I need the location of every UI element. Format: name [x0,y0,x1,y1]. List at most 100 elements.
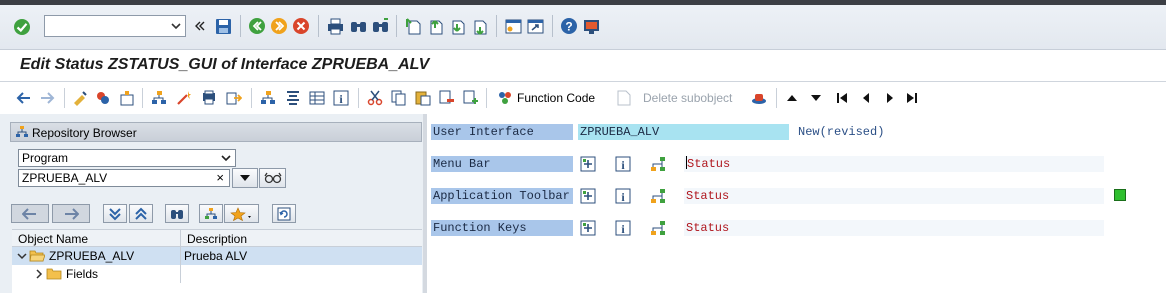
enter-icon[interactable] [12,17,32,37]
hierarchy-icon[interactable] [649,187,667,205]
repository-browser-title: Repository Browser [32,126,137,140]
cut-icon[interactable] [366,89,384,107]
hierarchy-add-icon[interactable] [150,89,168,107]
back-icon[interactable] [247,16,267,36]
refresh-button[interactable] [272,204,296,223]
help-icon[interactable]: ? [559,16,579,36]
hat-icon[interactable] [750,89,768,107]
delete-subobject-button[interactable]: Delete subobject [643,91,732,105]
prev-icon[interactable] [858,90,874,106]
user-interface-label: User Interface [431,124,573,140]
tree-row[interactable]: Fields [12,265,422,283]
find-button[interactable] [165,204,189,223]
function-keys-status[interactable]: Status [684,220,1104,236]
info-icon[interactable]: i [332,89,350,107]
forward-nav-button[interactable] [52,204,90,223]
chevron-right-icon[interactable] [34,268,44,282]
arrow-right-icon [65,207,79,220]
repository-browser-header[interactable]: Repository Browser [10,122,422,142]
separator [251,88,252,108]
collapse-all-button[interactable] [129,204,153,223]
info-icon[interactable]: i [614,219,632,237]
arrow-left-icon[interactable] [15,89,33,107]
active-inactive-icon[interactable] [94,89,112,107]
column-divider [180,230,181,247]
expand-box-icon[interactable] [579,219,597,237]
triangle-down-icon [240,175,250,181]
clear-icon[interactable]: × [216,170,224,186]
triangle-down-icon[interactable] [808,90,824,106]
hierarchy-add-icon [205,207,217,219]
expand-icon [109,207,121,220]
expand-all-button[interactable] [103,204,127,223]
hierarchy-icon[interactable] [259,89,277,107]
align-icon[interactable] [284,89,302,107]
insert-row-icon[interactable] [462,89,480,107]
function-keys-label: Function Keys [431,220,573,236]
find-icon[interactable] [348,16,368,36]
info-icon[interactable]: i [614,187,632,205]
paste-icon[interactable] [414,89,432,107]
application-toolbar-label: Application Toolbar [431,188,573,204]
function-code-button[interactable]: Function Code [517,91,595,105]
delete-row-icon[interactable] [438,89,456,107]
expand-box-icon[interactable] [579,187,597,205]
first-icon[interactable] [834,90,850,106]
display-button[interactable] [259,168,286,188]
menu-bar-status[interactable]: Status [684,156,1104,172]
separator [240,15,241,37]
wand-icon[interactable] [175,89,193,107]
print-icon[interactable] [325,16,345,36]
dropdown-button[interactable] [232,168,258,188]
function-code-icon[interactable] [496,89,514,107]
back-nav-button[interactable] [11,204,49,223]
status-text: New(revised) [798,125,885,139]
first-page-icon[interactable] [403,16,423,36]
new-session-icon[interactable] [503,16,523,36]
navigate-icon[interactable] [225,89,243,107]
exit-icon[interactable] [269,16,289,36]
shortcut-icon[interactable] [525,16,545,36]
find-next-icon[interactable] [370,16,390,36]
application-toolbar-status[interactable]: Status [684,188,1104,204]
last-icon[interactable] [904,90,920,106]
display-change-icon[interactable] [71,89,89,107]
column-header-object-name[interactable]: Object Name [18,232,88,246]
chevron-down-icon[interactable] [17,250,27,264]
object-name-input[interactable]: ZPRUEBA_ALV × [18,169,230,187]
new-object-button[interactable] [199,204,223,223]
hierarchy-icon[interactable] [649,219,667,237]
hierarchy-icon[interactable] [649,155,667,173]
expand-box-icon[interactable] [579,155,597,173]
prev-page-icon[interactable] [425,16,445,36]
next-icon[interactable] [882,90,898,106]
menu-bar-label: Menu Bar [431,156,573,172]
arrow-right-icon[interactable] [38,89,56,107]
object-type-select[interactable]: Program [18,149,236,167]
object-list-icon[interactable] [118,89,136,107]
double-chevron-left-icon[interactable] [193,18,207,34]
triangle-up-icon[interactable] [784,90,800,106]
separator [318,15,319,37]
folder-icon [46,267,62,283]
menu-bar-status-value: Status [687,157,731,171]
tree-row[interactable]: ZPRUEBA_ALV Prueba ALV [12,247,422,265]
column-header-description[interactable]: Description [187,232,247,246]
copy-icon[interactable] [390,89,408,107]
separator [486,88,487,108]
info-icon[interactable]: i [614,155,632,173]
cancel-icon[interactable] [291,16,311,36]
chevron-down-icon[interactable] [170,19,182,36]
customize-icon[interactable] [581,16,601,36]
command-field[interactable] [44,15,186,37]
star-icon [229,206,251,221]
chevron-down-icon[interactable] [219,151,233,169]
separator [142,88,143,108]
save-icon[interactable] [213,16,233,36]
next-page-icon[interactable] [447,16,467,36]
separator [64,88,65,108]
table-icon[interactable] [308,89,326,107]
print-list-icon[interactable] [200,89,218,107]
last-page-icon[interactable] [469,16,489,36]
favorites-button[interactable] [224,204,259,223]
